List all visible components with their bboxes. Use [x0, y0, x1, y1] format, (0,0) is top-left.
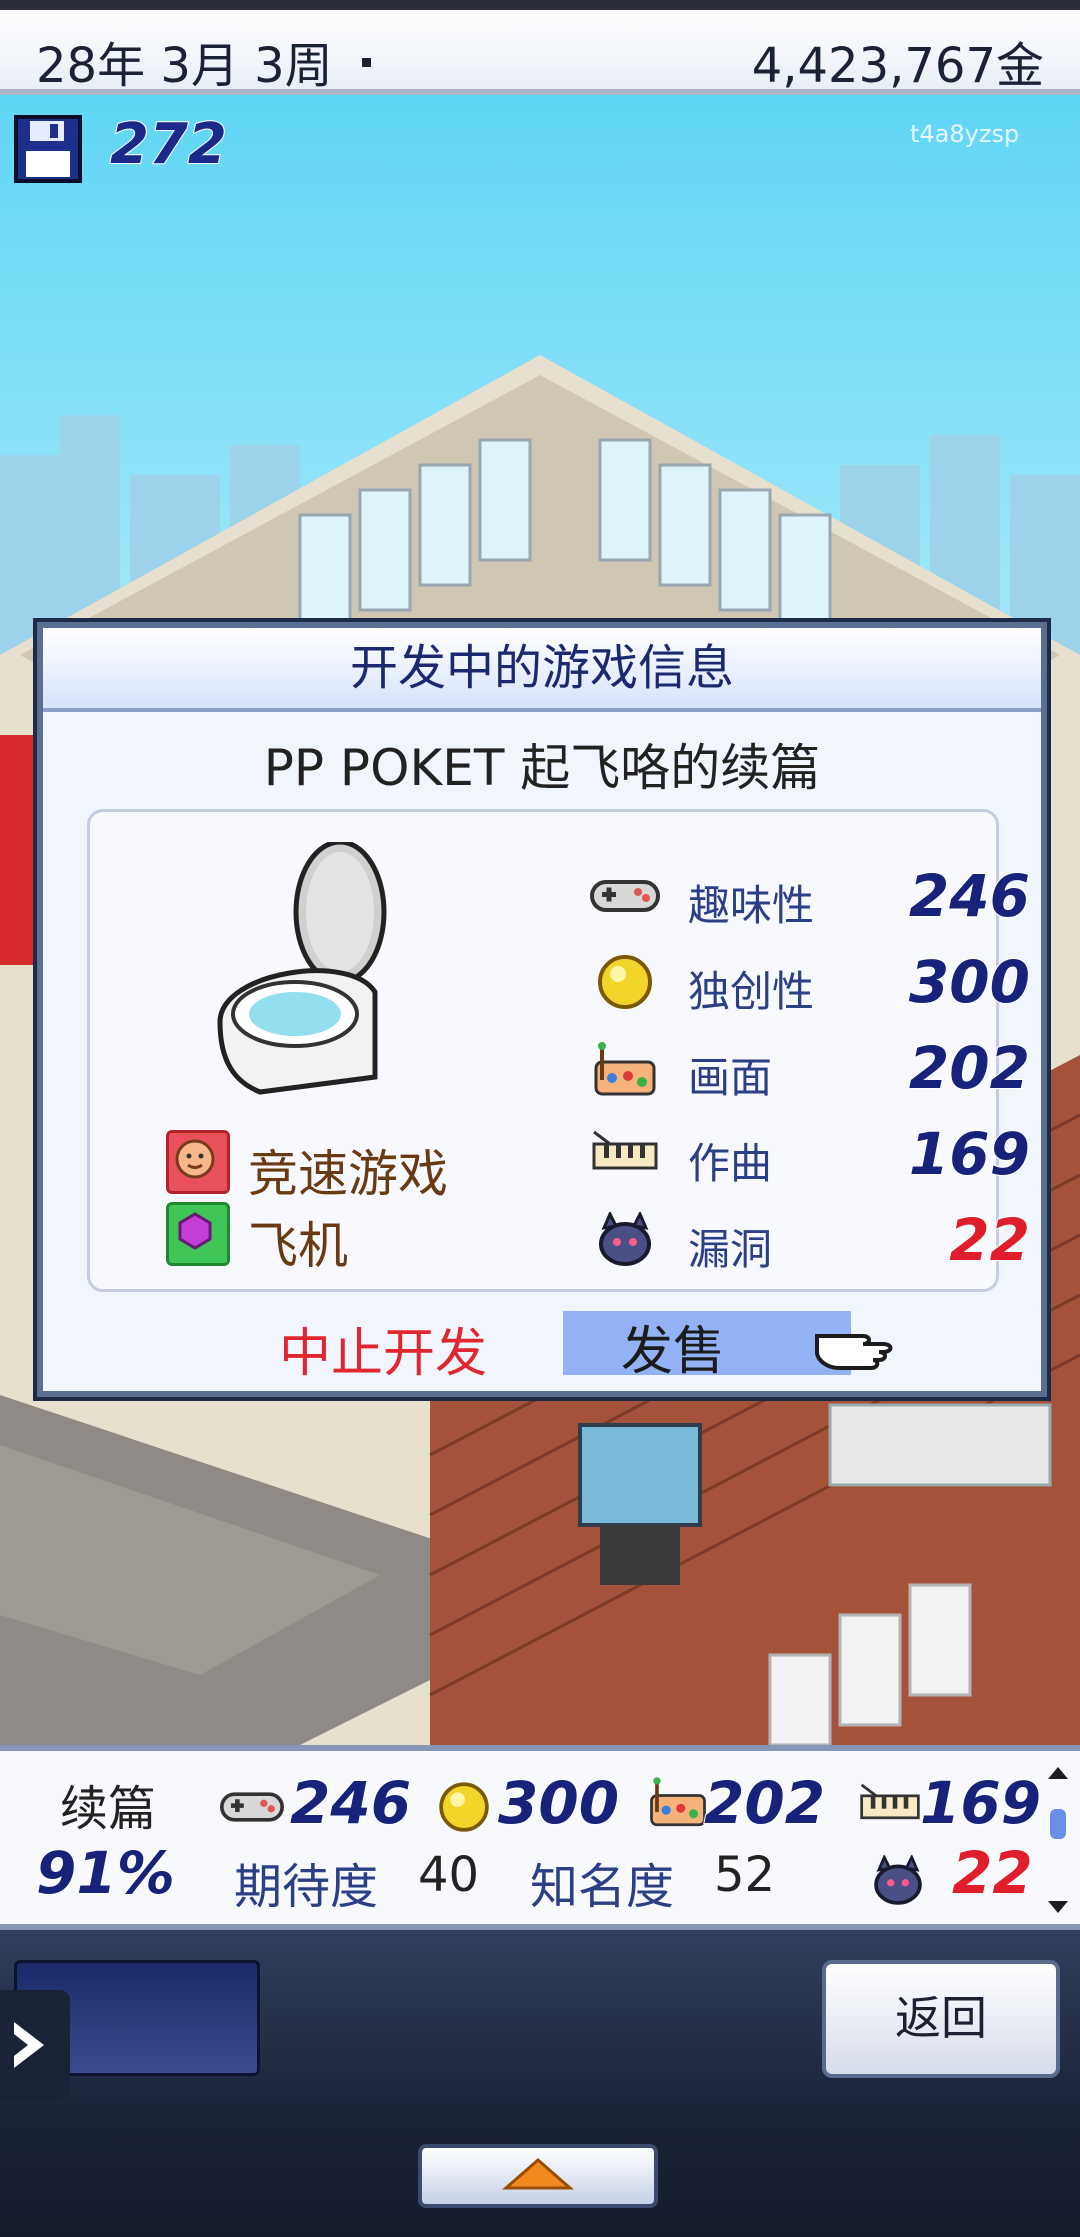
watermark-text: t4a8yzsp: [910, 120, 1020, 148]
stat-creativity-label: 独创性: [688, 967, 815, 1016]
stat-music: 作曲 169: [590, 1119, 1031, 1190]
stat-graphics: 画面 202: [590, 1033, 1031, 1104]
stat-fun: 趣味性 246: [590, 861, 1031, 932]
expectation-label: 期待度: [234, 1859, 379, 1915]
status-bar: 28年 3月 3周 4,423,767金: [0, 0, 1080, 95]
bottom-navigation: 返回: [0, 1930, 1080, 2237]
info-bugs-value: 22: [951, 1838, 1034, 1908]
menu-up-button[interactable]: [418, 2144, 658, 2208]
info-fun-value: 246: [289, 1768, 412, 1838]
gamepad-icon: [220, 1781, 284, 1833]
chevron-right-icon: [14, 2022, 44, 2068]
triangle-up-icon: [502, 2158, 574, 2190]
fame-label: 知名度: [530, 1859, 675, 1915]
genre-label: 竞速游戏: [248, 1145, 448, 1203]
disk-count: 272: [109, 111, 228, 178]
stat-bugs: 漏洞 22: [590, 1205, 1031, 1276]
date-dot-icon: [362, 58, 371, 67]
fame-value: 52: [714, 1847, 776, 1903]
expectation-value: 40: [418, 1847, 480, 1903]
gold-orb-icon: [432, 1779, 496, 1832]
music-icon: [590, 1126, 660, 1182]
info-music-value: 169: [919, 1768, 1042, 1838]
release-button-label: 发售: [621, 1322, 726, 1382]
stat-music-label: 作曲: [688, 1139, 773, 1188]
sequel-label: 续篇: [60, 1781, 157, 1837]
palette-icon: [646, 1773, 710, 1827]
floppy-disk-icon: [14, 115, 82, 183]
stat-graphics-value: 202: [908, 1033, 1031, 1103]
stat-fun-label: 趣味性: [688, 881, 815, 930]
pointing-hand-icon: [813, 1318, 903, 1374]
back-button[interactable]: 返回: [822, 1960, 1060, 2078]
stop-development-button[interactable]: 中止开发: [279, 1311, 487, 1386]
bug-icon: [590, 1210, 660, 1268]
toilet-icon: [200, 839, 400, 1112]
music-icon: [858, 1779, 922, 1831]
stat-graphics-label: 画面: [688, 1053, 773, 1102]
info-scrollbar[interactable]: [1046, 1765, 1070, 1915]
stat-bugs-value: 22: [948, 1205, 1031, 1275]
stat-creativity: 独创性 300: [590, 947, 1031, 1018]
dialog-title: 开发中的游戏信息: [43, 628, 1041, 712]
stat-creativity-value: 300: [908, 947, 1031, 1017]
game-title: PP POKET 起飞咯的续篇: [263, 739, 821, 797]
development-status-panel: 续篇 91% 246 300 202 169 期待度 40 知名度 52 22: [0, 1745, 1080, 1930]
release-button[interactable]: 发售: [563, 1311, 851, 1382]
game-details-panel: 竞速游戏 飞机 趣味性 246 独创性 300 画面 202 作曲 169 漏洞…: [87, 809, 1031, 1292]
game-date: 28年 3月 3周: [36, 38, 333, 94]
info-graphics-value: 202: [703, 1768, 826, 1838]
info-creativity-value: 300: [497, 1768, 620, 1838]
stat-bugs-label: 漏洞: [688, 1225, 773, 1274]
stat-fun-value: 246: [908, 861, 1031, 931]
funds-display: 4,423,767金: [751, 38, 1044, 94]
genre-face-icon: [166, 1130, 230, 1194]
theme-label: 飞机: [248, 1217, 348, 1275]
theme-gem-icon: [166, 1202, 230, 1266]
progress-percent: 91%: [35, 1838, 176, 1908]
stat-music-value: 169: [908, 1119, 1031, 1189]
game-info-dialog: 开发中的游戏信息 PP POKET 起飞咯的续篇 竞速游戏 飞机 趣味性 246…: [37, 622, 1047, 1397]
bug-icon: [866, 1853, 930, 1907]
expand-arrow-button[interactable]: [0, 1990, 70, 2100]
gamepad-icon: [590, 868, 660, 924]
palette-icon: [590, 1040, 660, 1096]
gold-orb-icon: [590, 954, 660, 1010]
